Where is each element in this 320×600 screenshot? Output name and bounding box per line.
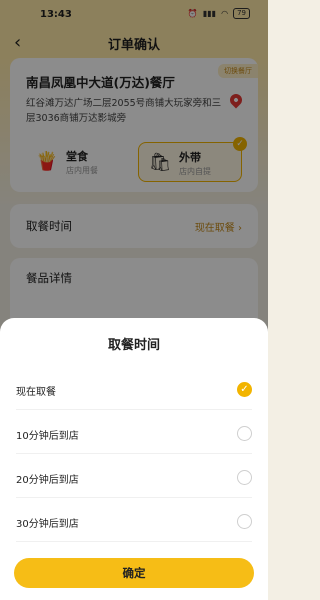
option-20min[interactable]: 20分钟后到店 [16, 458, 252, 498]
option-label: 10分钟后到店 [16, 431, 79, 442]
option-label: 现在取餐 [16, 387, 56, 398]
radio-icon[interactable] [237, 470, 252, 485]
sheet-title: 取餐时间 [107, 338, 160, 353]
radio-icon[interactable] [237, 514, 252, 529]
option-label: 30分钟后到店 [16, 519, 79, 530]
confirm-button[interactable]: 确定 [14, 558, 254, 588]
option-now[interactable]: 现在取餐 ✓ [16, 370, 252, 410]
option-30min[interactable]: 30分钟后到店 [16, 502, 252, 542]
radio-checked-icon[interactable]: ✓ [237, 382, 252, 397]
pickup-time-sheet: 取餐时间 现在取餐 ✓ 10分钟后到店 20分钟后到店 30分钟后到店 确定 [0, 318, 268, 600]
radio-icon[interactable] [237, 426, 252, 441]
option-10min[interactable]: 10分钟后到店 [16, 414, 252, 454]
option-label: 20分钟后到店 [16, 475, 79, 486]
